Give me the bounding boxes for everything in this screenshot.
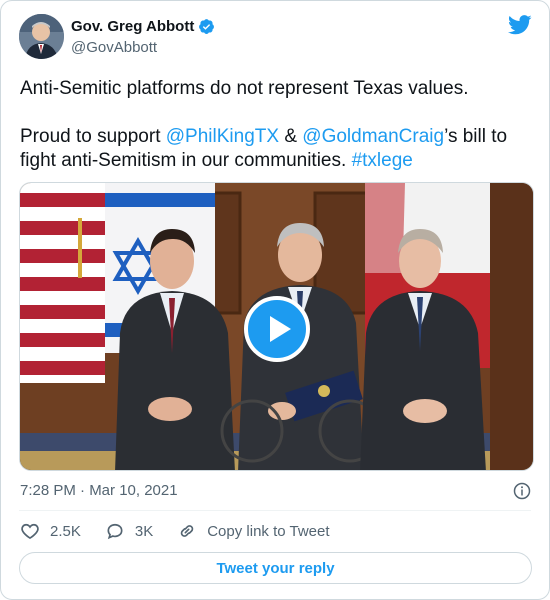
tweet-line-2: Proud to support @PhilKingTX & @GoldmanC… <box>20 125 535 173</box>
tweet-card: Gov. Greg Abbott @GovAbbott Anti-Semitic… <box>0 0 550 600</box>
heart-icon <box>21 523 39 540</box>
mention-goldmancraig[interactable]: @GoldmanCraig <box>302 126 444 147</box>
hashtag-txlege[interactable]: #txlege <box>352 150 413 171</box>
tweet-text-amp: & <box>279 126 303 147</box>
avatar[interactable] <box>19 14 64 59</box>
like-count: 2.5K <box>50 522 81 540</box>
tweet-text-prefix: Proud to support <box>20 126 166 147</box>
mention-philkingtx[interactable]: @PhilKingTX <box>166 126 279 147</box>
action-bar: 2.5K 3K Copy link to Tweet <box>20 521 354 541</box>
divider <box>19 510 531 511</box>
author-handle[interactable]: @GovAbbott <box>71 39 157 56</box>
video-player[interactable] <box>19 182 534 471</box>
like-button[interactable]: 2.5K <box>20 521 81 541</box>
twitter-bird-icon[interactable] <box>507 15 532 35</box>
author-name-row[interactable]: Gov. Greg Abbott <box>71 18 215 35</box>
tweet-your-reply-button[interactable]: Tweet your reply <box>19 552 532 584</box>
link-icon <box>180 525 194 537</box>
tweet-text: Anti-Semitic platforms do not represent … <box>20 77 535 173</box>
tweet-timestamp[interactable]: 7:28 PM · Mar 10, 2021 <box>20 482 178 499</box>
play-icon <box>269 316 291 342</box>
reply-count: 3K <box>134 522 154 540</box>
reply-icon <box>107 523 123 540</box>
copy-link-label: Copy link to Tweet <box>207 522 330 540</box>
reply-button[interactable]: 3K <box>105 521 153 541</box>
author-name[interactable]: Gov. Greg Abbott <box>71 18 194 35</box>
play-button[interactable] <box>244 296 310 362</box>
tweet-line-1: Anti-Semitic platforms do not represent … <box>20 78 469 99</box>
info-icon[interactable] <box>513 482 531 500</box>
copy-link-button[interactable]: Copy link to Tweet <box>177 521 330 541</box>
verified-badge-icon <box>198 18 215 35</box>
